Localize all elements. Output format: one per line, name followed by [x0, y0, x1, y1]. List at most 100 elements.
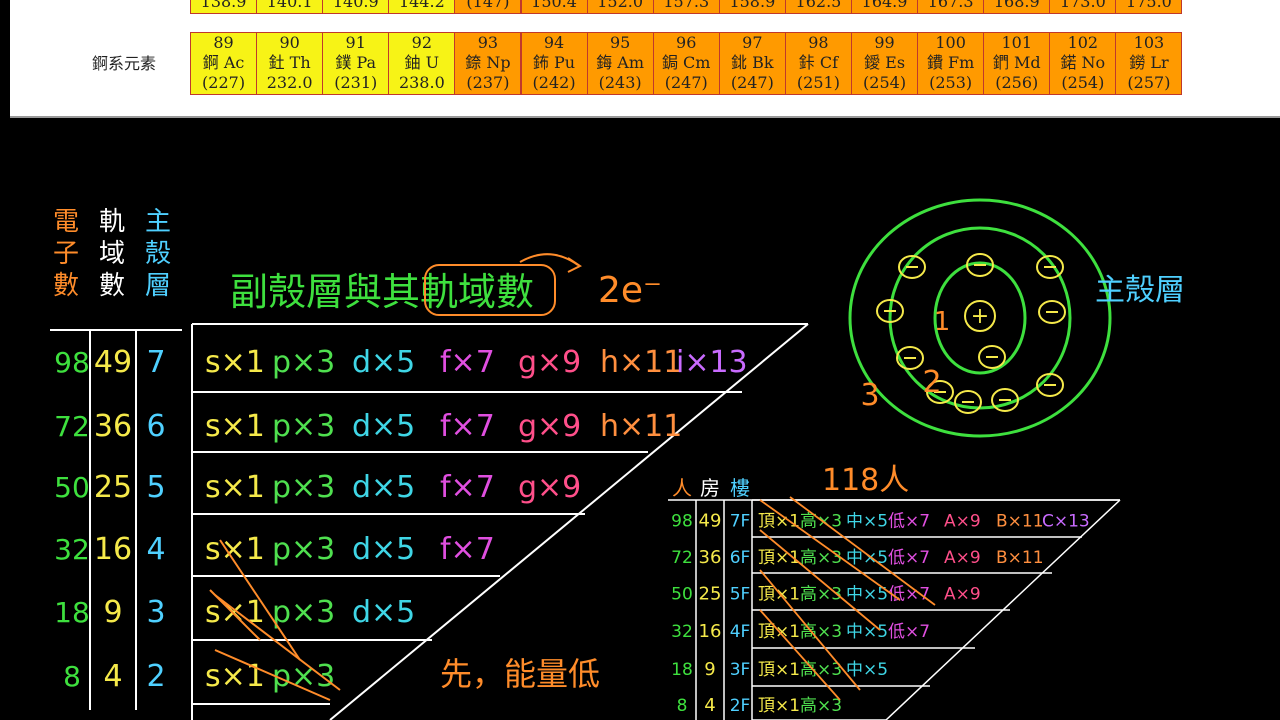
subshell-label: h×11 — [600, 409, 682, 444]
series-label: 錒系元素 — [92, 54, 157, 73]
energy-note: 先，能量低 — [440, 655, 600, 693]
subshell-label: s×1 — [205, 659, 265, 694]
mass-value: 173.0 — [1059, 0, 1106, 11]
column-header-char: 殼 — [145, 239, 171, 269]
subshell-label: p×3 — [272, 532, 335, 567]
shell-index: 3 — [860, 378, 879, 413]
mass-cell: 168.9 — [983, 0, 1051, 14]
mass-cell: 173.0 — [1049, 0, 1117, 14]
element-symbol: 鍆 Md — [992, 53, 1041, 72]
mass-cell: 164.9 — [851, 0, 919, 14]
mass-value: 168.9 — [993, 0, 1040, 11]
column-header-char: 電 — [53, 207, 79, 237]
mass-cell: 162.5 — [784, 0, 852, 14]
atom-label: 主殼層 — [1095, 273, 1185, 308]
electron-count: 98 — [54, 346, 90, 379]
building-room-label: 低×7 — [888, 622, 930, 642]
mass-value: 158.9 — [729, 0, 776, 11]
subshell-label: g×9 — [518, 470, 581, 505]
shell-number: 6 — [146, 409, 165, 444]
column-header-char: 數 — [53, 271, 79, 301]
mass-value: 140.9 — [332, 0, 379, 11]
shell-number: 5 — [146, 470, 165, 505]
atomic-number: 99 — [874, 33, 895, 52]
element-cell: 95 鋂 Am (243) — [586, 32, 654, 95]
building-rooms: 9 — [704, 659, 715, 680]
mass-cell: 157.3 — [652, 0, 720, 14]
atomic-number: 90 — [279, 33, 300, 52]
column-header-char: 子 — [53, 239, 79, 269]
building-room-label: 低×7 — [888, 548, 930, 568]
building-header: 樓 — [730, 476, 750, 500]
building-rooms: 25 — [699, 584, 722, 605]
building-people: 8 — [677, 696, 688, 716]
subshell-label: f×7 — [440, 345, 495, 380]
element-cell: 100 鐨 Fm (253) — [917, 32, 985, 95]
subshell-label: p×3 — [272, 409, 335, 444]
column-header-char: 數 — [99, 271, 125, 301]
element-symbol: 鉳 Bk — [731, 53, 774, 72]
column-header-char: 主 — [145, 207, 171, 237]
building-room-label: A×9 — [944, 548, 981, 568]
building-people: 32 — [671, 622, 693, 642]
building-floor: 7F — [730, 512, 751, 532]
building-room-label: 高×3 — [800, 512, 842, 532]
element-symbol: 鍩 No — [1060, 53, 1106, 72]
periodic-table-strip: 138.9 140.1 140.9 144.2 (147) 150.4 152.0 157.3… — [10, 0, 1280, 118]
building-floor: 4F — [730, 622, 751, 642]
element-symbol: 鉲 Cf — [798, 53, 839, 72]
electron-count: 32 — [54, 533, 90, 566]
mass-cell: 175.0 — [1115, 0, 1183, 14]
subshell-label: h×11 — [600, 345, 682, 380]
mass-value: 167.3 — [927, 0, 974, 11]
atomic-number: 91 — [345, 33, 366, 52]
element-symbol: 鐨 Fm — [926, 53, 975, 72]
atomic-mass: (247) — [730, 73, 774, 92]
element-symbol: 鋦 Cm — [661, 53, 711, 72]
mass-cell: 150.4 — [520, 0, 588, 14]
subshell-label: i×13 — [676, 345, 748, 380]
building-room-label: 高×3 — [800, 548, 842, 568]
building-people: 18 — [671, 660, 693, 680]
subshell-label: g×9 — [518, 345, 581, 380]
element-cell: 94 鈽 Pu (242) — [520, 32, 588, 95]
mass-value: 157.3 — [663, 0, 710, 11]
element-symbol: 釷 Th — [268, 53, 311, 72]
element-symbol: 鑀 Es — [864, 53, 906, 72]
element-cell: 93 錼 Np (237) — [454, 32, 522, 95]
building-header: 人 — [672, 476, 692, 500]
building-room-label: 低×7 — [888, 585, 930, 605]
atomic-mass: (253) — [929, 73, 973, 92]
orbital-count: 9 — [103, 595, 122, 630]
mass-cell: (147) — [454, 0, 522, 14]
mass-cell: 138.9 — [190, 0, 258, 14]
mass-cell: 167.3 — [917, 0, 985, 14]
subshell-label: s×1 — [205, 409, 265, 444]
atomic-mass: 238.0 — [398, 73, 445, 92]
atomic-number: 93 — [477, 33, 499, 52]
element-symbol: 鈾 U — [404, 53, 440, 72]
chalkboard: 電子數軌域數主殼層 副殼層與其軌域數 2e⁻98 49 7 s×1 p×3 d×5 f×7 g×9… — [50, 198, 1185, 720]
building-room-label: 低×7 — [888, 512, 930, 532]
nucleus-sign: + — [971, 304, 989, 329]
mass-value: 150.4 — [531, 0, 577, 11]
subshell-label: s×1 — [205, 470, 265, 505]
subshell-label: p×3 — [272, 470, 335, 505]
building-room-label: B×11 — [996, 512, 1044, 532]
atomic-number: 94 — [543, 33, 565, 52]
shell-number: 4 — [146, 532, 165, 567]
shell-number: 3 — [146, 595, 165, 630]
atomic-number: 103 — [1133, 33, 1165, 52]
atomic-mass: (254) — [1061, 73, 1105, 92]
building-room-label: 高×3 — [800, 696, 842, 716]
building-title: 118人 — [822, 463, 909, 498]
subshell-label: p×3 — [272, 595, 335, 630]
mass-cell: 152.0 — [586, 0, 654, 14]
element-symbol: 鐒 Lr — [1129, 53, 1169, 72]
building-room-label: C×13 — [1042, 512, 1090, 532]
element-symbol: 鈽 Pu — [532, 53, 576, 72]
building-rooms: 49 — [699, 511, 722, 532]
building-rooms: 4 — [704, 695, 715, 716]
mass-cell: 144.2 — [388, 0, 456, 14]
element-symbol: 鋂 Am — [596, 53, 645, 72]
